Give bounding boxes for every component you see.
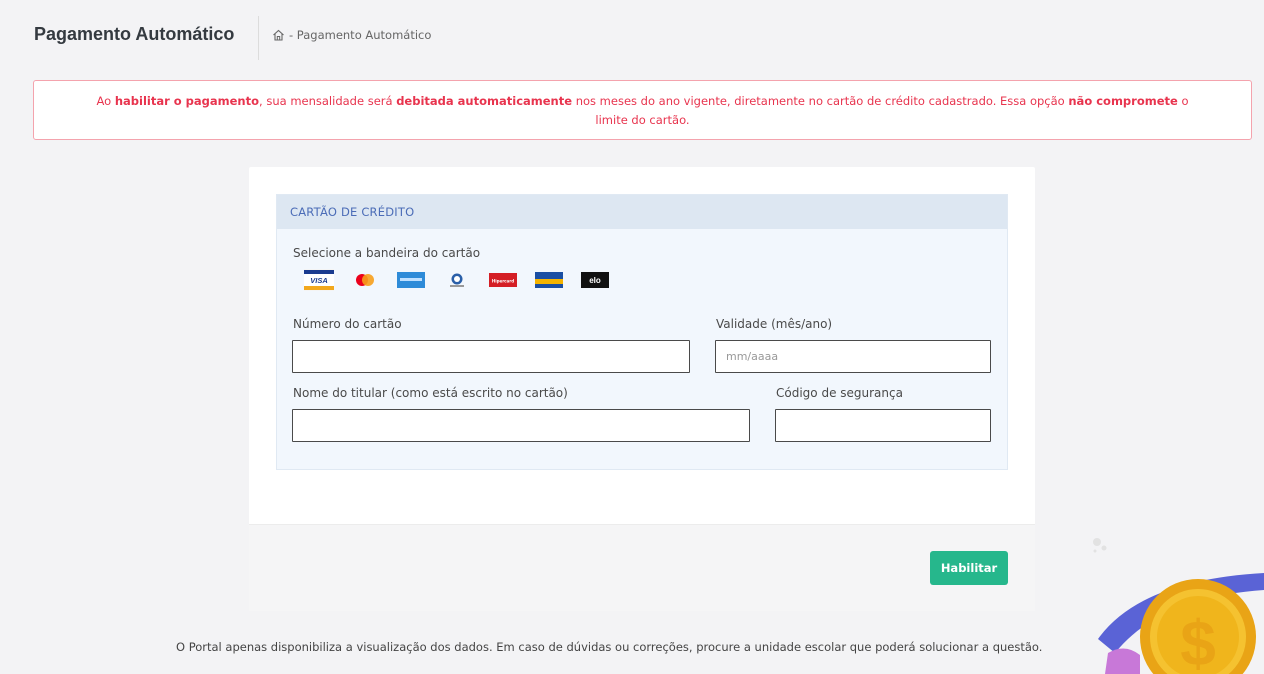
auto-payment-alert: Ao habilitar o pagamento, sua mensalidad…	[33, 80, 1252, 140]
security-code-label: Código de segurança	[776, 386, 903, 400]
svg-text:elo: elo	[589, 276, 601, 285]
page-title: Pagamento Automático	[34, 24, 235, 44]
brand-elo-icon[interactable]: elo	[580, 269, 610, 291]
svg-text:Hipercard: Hipercard	[492, 279, 514, 284]
title-divider	[258, 16, 259, 60]
breadcrumb-current: - Pagamento Automático	[289, 28, 432, 42]
payment-card: CARTÃO DE CRÉDITO Selecione a bandeira d…	[249, 167, 1035, 611]
brand-banescard-icon[interactable]	[534, 269, 564, 291]
coin-illustration-icon: $	[1093, 538, 1264, 674]
card-number-label: Número do cartão	[293, 317, 402, 331]
footer-note: O Portal apenas disponibiliza a visualiz…	[176, 640, 1043, 654]
brand-mastercard-icon[interactable]	[350, 269, 380, 291]
holder-name-input[interactable]	[292, 409, 750, 442]
card-number-input[interactable]	[292, 340, 690, 373]
page-header: Pagamento Automático - Pagamento Automát…	[0, 10, 1264, 60]
home-icon[interactable]	[272, 29, 285, 41]
breadcrumb: - Pagamento Automático	[272, 28, 431, 42]
select-brand-label: Selecione a bandeira do cartão	[293, 246, 481, 260]
brand-hipercard-icon[interactable]: Hipercard	[488, 269, 518, 291]
brand-amex-icon[interactable]	[396, 269, 426, 291]
brand-diners-icon[interactable]	[442, 269, 472, 291]
security-code-input[interactable]	[775, 409, 991, 442]
alert-line-2: limite do cartão.	[595, 113, 690, 127]
enable-button[interactable]: Habilitar	[930, 551, 1008, 585]
expiry-input[interactable]	[715, 340, 991, 373]
card-footer	[249, 524, 1035, 611]
brand-visa-icon[interactable]: VISA	[304, 269, 334, 291]
svg-text:$: $	[1180, 607, 1216, 674]
expiry-label: Validade (mês/ano)	[716, 317, 833, 331]
svg-text:VISA: VISA	[310, 276, 328, 285]
card-brand-list: VISA Hipercard elo	[304, 269, 610, 291]
alert-line-1: Ao habilitar o pagamento, sua mensalidad…	[96, 94, 1189, 108]
holder-name-label: Nome do titular (como está escrito no ca…	[293, 386, 568, 400]
credit-card-panel: CARTÃO DE CRÉDITO Selecione a bandeira d…	[276, 194, 1008, 470]
credit-card-header: CARTÃO DE CRÉDITO	[277, 195, 1007, 229]
